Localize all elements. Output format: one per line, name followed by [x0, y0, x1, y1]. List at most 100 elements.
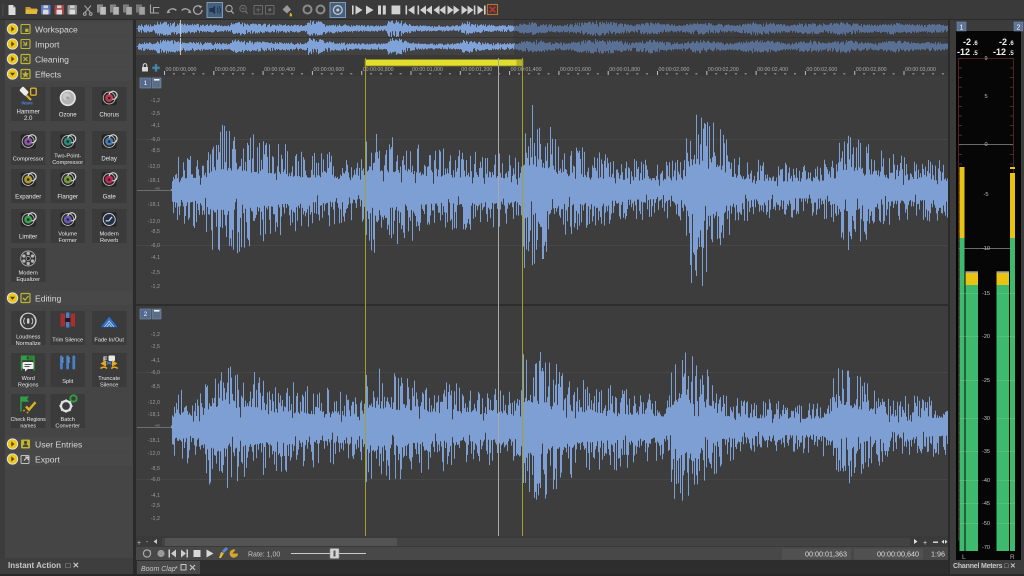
svg-text:Volume: Volume — [58, 232, 77, 238]
svg-text:-18,1: -18,1 — [148, 178, 160, 184]
svg-text:-5: -5 — [984, 192, 989, 198]
svg-text:-∞: -∞ — [154, 423, 160, 429]
svg-text:Trim Silence: Trim Silence — [52, 338, 83, 344]
svg-text:-25: -25 — [982, 378, 990, 384]
svg-text:Effects: Effects — [35, 70, 61, 80]
svg-text:Split: Split — [62, 379, 73, 385]
svg-text:+: + — [923, 540, 927, 547]
svg-text:.5: .5 — [1009, 51, 1015, 57]
svg-text:-4,1: -4,1 — [151, 255, 160, 261]
svg-text:-40: -40 — [982, 478, 990, 484]
svg-text:Compressor: Compressor — [13, 157, 44, 163]
svg-text:*: * — [175, 566, 178, 573]
svg-text:Check Regions: Check Regions — [11, 417, 47, 423]
svg-text:-8,5: -8,5 — [151, 229, 160, 235]
svg-text:-30: -30 — [982, 416, 990, 422]
svg-text:Flanger: Flanger — [57, 194, 78, 201]
svg-text:-12: -12 — [957, 47, 970, 57]
svg-text:-15: -15 — [982, 291, 990, 297]
svg-text:-1,2: -1,2 — [151, 98, 160, 104]
svg-text:-1,2: -1,2 — [151, 516, 160, 522]
svg-text:-8,5: -8,5 — [151, 148, 160, 154]
svg-text:Cleaning: Cleaning — [35, 55, 69, 65]
svg-text:00:00:01,000: 00:00:01,000 — [412, 67, 443, 73]
svg-text:-50: -50 — [982, 521, 990, 527]
svg-text:00:00:02,200: 00:00:02,200 — [708, 67, 739, 73]
svg-text:-12,0: -12,0 — [148, 451, 160, 457]
svg-text:00:00:02,000: 00:00:02,000 — [659, 67, 690, 73]
svg-text:-12,0: -12,0 — [148, 400, 160, 406]
svg-text:Converter: Converter — [55, 423, 80, 429]
svg-text:00:00:01,800: 00:00:01,800 — [609, 67, 640, 73]
svg-text:Equalizer: Equalizer — [16, 277, 40, 283]
svg-text:-2,5: -2,5 — [151, 111, 160, 117]
svg-text:-18,1: -18,1 — [148, 202, 160, 208]
svg-text:Delay: Delay — [101, 156, 118, 163]
svg-text:00:00:03,000: 00:00:03,000 — [905, 67, 936, 73]
svg-text:Limiter: Limiter — [19, 234, 37, 241]
svg-text:Expander: Expander — [15, 194, 41, 201]
svg-text:Ozone: Ozone — [59, 112, 78, 119]
svg-text:00:00:00,800: 00:00:00,800 — [363, 67, 394, 73]
svg-text:00:00:01,363: 00:00:01,363 — [805, 550, 847, 559]
svg-text:-18,1: -18,1 — [148, 438, 160, 444]
svg-text:1:96: 1:96 — [931, 550, 945, 559]
svg-text:00:00:00,600: 00:00:00,600 — [313, 67, 344, 73]
svg-text:User Entries: User Entries — [35, 440, 82, 450]
svg-text:Workspace: Workspace — [35, 25, 78, 35]
svg-text:2: 2 — [144, 311, 148, 318]
svg-text:Compressor: Compressor — [52, 160, 83, 166]
svg-text:Gate: Gate — [103, 194, 117, 201]
svg-text:Chorus: Chorus — [99, 112, 119, 119]
svg-text:2: 2 — [1017, 25, 1021, 32]
svg-text:-4,1: -4,1 — [151, 358, 160, 364]
svg-text:Batch: Batch — [61, 417, 75, 423]
svg-text:Regions: Regions — [18, 382, 39, 388]
svg-text:Fade In/Out: Fade In/Out — [94, 338, 124, 344]
svg-text:00:00:00,000: 00:00:00,000 — [166, 67, 197, 73]
svg-text:Normalize: Normalize — [16, 341, 41, 347]
svg-text:-2,5: -2,5 — [151, 503, 160, 509]
svg-text:-2,5: -2,5 — [151, 270, 160, 276]
svg-text:00:00:00,200: 00:00:00,200 — [215, 67, 246, 73]
svg-text:0: 0 — [984, 142, 987, 148]
svg-text:Boom Clap: Boom Clap — [141, 566, 176, 573]
svg-text:00:00:02,800: 00:00:02,800 — [856, 67, 887, 73]
svg-text:-20: -20 — [982, 334, 990, 340]
svg-text:-2: -2 — [963, 37, 971, 47]
svg-text:.6: .6 — [973, 41, 979, 47]
svg-text:-12: -12 — [993, 47, 1006, 57]
svg-text:-6,0: -6,0 — [151, 137, 160, 143]
svg-text:Export: Export — [35, 455, 60, 465]
svg-text:Truncate: Truncate — [98, 376, 120, 382]
svg-text:names: names — [20, 423, 36, 429]
svg-text:00:00:02,400: 00:00:02,400 — [757, 67, 788, 73]
svg-text:-1,2: -1,2 — [151, 284, 160, 290]
svg-text:Word: Word — [22, 376, 35, 382]
svg-text:Rate: 1,00: Rate: 1,00 — [248, 552, 280, 559]
svg-text:00:00:01,600: 00:00:01,600 — [560, 67, 591, 73]
svg-text:+: + — [137, 540, 141, 547]
svg-text:Import: Import — [35, 40, 60, 50]
svg-text:00:00:00,400: 00:00:00,400 — [264, 67, 295, 73]
svg-text:1: 1 — [960, 25, 964, 32]
svg-text:-12,0: -12,0 — [148, 219, 160, 225]
svg-text:-6,0: -6,0 — [151, 243, 160, 249]
svg-text:-70: -70 — [982, 545, 990, 551]
svg-text:00:00:00,640: 00:00:00,640 — [877, 550, 919, 559]
svg-text:Loudness: Loudness — [16, 335, 40, 341]
svg-text:00:00:01,400: 00:00:01,400 — [511, 67, 542, 73]
svg-text:9: 9 — [984, 56, 987, 62]
svg-text:-1,2: -1,2 — [151, 332, 160, 338]
svg-text:-12,0: -12,0 — [148, 164, 160, 170]
svg-text:-8,5: -8,5 — [151, 466, 160, 472]
svg-text:.5: .5 — [973, 51, 979, 57]
svg-text:Silence: Silence — [100, 382, 118, 388]
svg-text:.6: .6 — [1009, 41, 1015, 47]
svg-text:-18,1: -18,1 — [148, 412, 160, 418]
svg-text:00:00:02,600: 00:00:02,600 — [806, 67, 837, 73]
svg-text:-10: -10 — [982, 246, 990, 252]
svg-text:-2,5: -2,5 — [151, 344, 160, 350]
svg-text:5: 5 — [984, 94, 987, 100]
svg-text:Editing: Editing — [35, 294, 61, 304]
